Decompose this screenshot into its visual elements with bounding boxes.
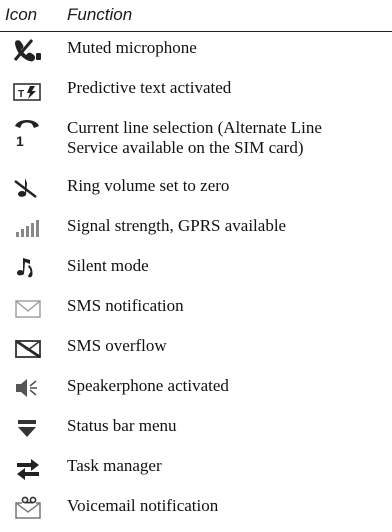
table-row: Speakerphone activated xyxy=(0,372,392,412)
row-label: Status bar menu xyxy=(67,416,177,435)
row-label: Speakerphone activated xyxy=(67,376,229,395)
row-label: Voicemail notification xyxy=(67,496,219,515)
row-label: Muted microphone xyxy=(67,38,197,57)
row-label: SMS overflow xyxy=(67,336,167,355)
row-label: Current line selection (Alternate Line S… xyxy=(67,118,322,157)
status-bar-menu-icon xyxy=(12,416,44,442)
table-row: SMS overflow xyxy=(0,332,392,372)
svg-text:T: T xyxy=(18,89,24,100)
table-row: Status bar menu xyxy=(0,412,392,452)
table-row: Ring volume set to zero xyxy=(0,172,392,212)
header-divider xyxy=(0,31,392,32)
row-label: Silent mode xyxy=(67,256,149,275)
table-header: Icon Function xyxy=(0,0,392,30)
sms-overflow-icon xyxy=(12,336,44,362)
voicemail-icon xyxy=(12,495,44,521)
table-row: Signal strength, GPRS available xyxy=(0,212,392,252)
row-label: Signal strength, GPRS available xyxy=(67,216,287,235)
icon-column-header: Icon xyxy=(5,5,38,24)
table-row: Voicemail notification xyxy=(0,492,392,532)
task-manager-icon xyxy=(12,455,44,481)
table-row: Muted microphone xyxy=(0,34,392,74)
svg-text:1: 1 xyxy=(16,133,24,149)
row-label: SMS notification xyxy=(67,296,184,315)
predictive-text-icon: T xyxy=(12,79,44,105)
current-line-icon: 1 xyxy=(12,116,44,150)
table-row: T Predictive text activated xyxy=(0,74,392,114)
table-row: SMS notification xyxy=(0,292,392,332)
row-label: Predictive text activated xyxy=(67,78,232,97)
ring-volume-zero-icon xyxy=(12,175,44,201)
silent-mode-icon xyxy=(12,255,44,281)
table-row: 1 Current line selection (Alternate Line… xyxy=(0,114,392,172)
row-label: Ring volume set to zero xyxy=(67,176,230,195)
speakerphone-icon xyxy=(12,375,44,401)
table-row: Task manager xyxy=(0,452,392,492)
table-row: Silent mode xyxy=(0,252,392,292)
muted-microphone-icon xyxy=(12,37,44,63)
row-label: Task manager xyxy=(67,456,162,475)
sms-notification-icon xyxy=(12,296,44,322)
signal-gprs-icon xyxy=(12,216,44,242)
function-column-header: Function xyxy=(67,5,133,24)
